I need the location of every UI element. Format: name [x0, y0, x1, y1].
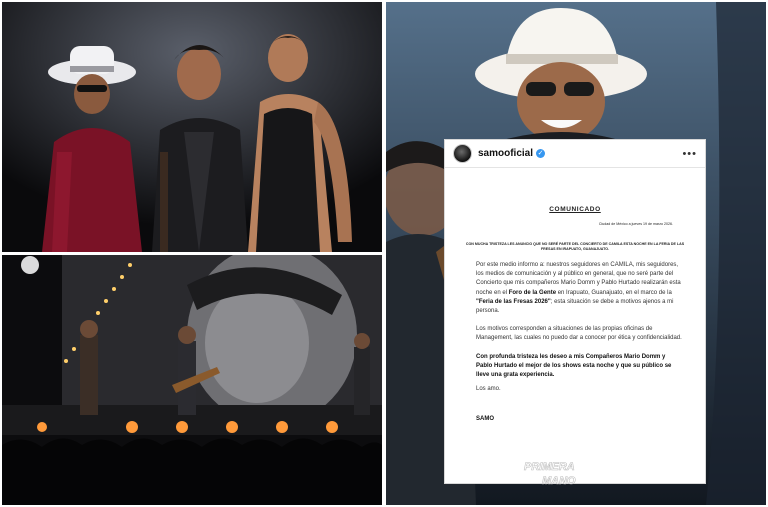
- p1-event: "Feria de las Fresas 2026": [476, 298, 551, 305]
- post-header: samooficial ✓ •••: [445, 140, 705, 168]
- watermark-line-2: MANO: [542, 475, 576, 487]
- statement-title: COMUNICADO: [549, 206, 601, 213]
- watermark-line-1: PRIMERA: [524, 461, 575, 473]
- statement-paragraph-1: Por este medio informo a: nuestros segui…: [453, 261, 697, 316]
- photo-band-concert-stage: [2, 255, 382, 505]
- p1-text-c: en Irapuato, Guanajuato, en el marco de …: [556, 289, 672, 296]
- more-options-icon[interactable]: •••: [682, 148, 697, 160]
- statement-signature: SAMO: [476, 416, 494, 423]
- avatar[interactable]: [453, 144, 472, 163]
- p1-venue: Foro de la Gente: [508, 289, 557, 296]
- instagram-post-card: samooficial ✓ ••• COMUNICADO Ciudad de M…: [444, 139, 706, 484]
- photo-trio-onstage: [2, 2, 382, 252]
- statement-dateline: Ciudad de México a jueves 19 de marzo 20…: [598, 222, 673, 226]
- verified-badge-icon: ✓: [536, 149, 546, 158]
- watermark-logo: PRIMERA MANO: [520, 458, 632, 488]
- statement-announcement: CON MUCHA TRISTEZA LES ANUNCIO QUE NO SE…: [465, 242, 685, 251]
- statement-paragraph-3: Con profunda tristeza les deseo a mis Co…: [476, 353, 672, 379]
- post-username[interactable]: samooficial: [478, 148, 533, 159]
- statement-closing: Los amo.: [476, 386, 501, 393]
- post-statement: COMUNICADO Ciudad de México a jueves 19 …: [445, 206, 705, 422]
- statement-paragraph-2: Los motivos corresponden a situaciones d…: [476, 326, 682, 342]
